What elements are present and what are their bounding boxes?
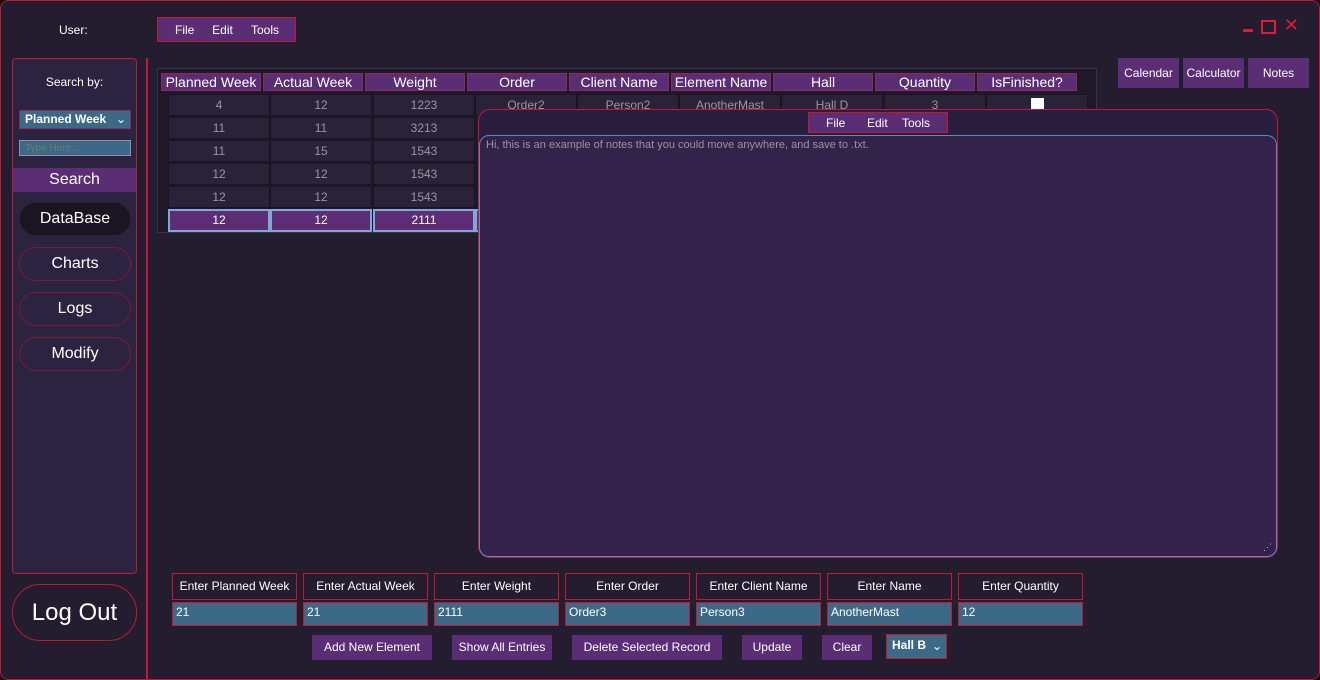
menu-tools[interactable]: Tools — [251, 23, 295, 37]
nav-charts[interactable]: Charts — [19, 247, 131, 281]
actual-week-field[interactable]: 21 — [303, 602, 428, 626]
order-field[interactable]: Order3 — [565, 602, 690, 626]
col-header-is-finished[interactable]: IsFinished? — [977, 73, 1077, 91]
notes-textarea[interactable]: Hi, this is an example of notes that you… — [479, 135, 1277, 557]
table-cell[interactable]: 11 — [168, 140, 270, 162]
chevron-down-icon: ⌄ — [115, 112, 126, 126]
app-window: User: File Edit Tools ✕ Search by: Plann… — [0, 0, 1320, 680]
table-cell[interactable]: 12 — [270, 186, 372, 208]
table-cell[interactable]: 12 — [168, 163, 270, 185]
window-controls: ✕ — [1242, 16, 1299, 34]
menu-file[interactable]: File — [175, 23, 212, 37]
close-icon[interactable]: ✕ — [1284, 16, 1299, 34]
maximize-icon[interactable] — [1260, 20, 1276, 34]
search-field-select[interactable]: Planned Week ⌄ — [19, 110, 131, 129]
search-input[interactable] — [19, 140, 131, 156]
notes-menubar: File Edit Tools — [808, 112, 948, 133]
col-header-element-name[interactable]: Element Name — [671, 73, 771, 91]
hall-select-value: Hall B — [892, 638, 927, 652]
col-header-weight[interactable]: Weight — [365, 73, 465, 91]
col-header-order[interactable]: Order — [467, 73, 567, 91]
resize-grip-icon[interactable]: ⋰ — [1263, 542, 1272, 553]
planned-week-field[interactable]: 21 — [172, 602, 297, 626]
table-cell-selected[interactable]: 2111 — [373, 209, 475, 232]
nav-logs[interactable]: Logs — [19, 292, 131, 326]
logout-button[interactable]: Log Out — [12, 584, 137, 641]
notes-menu-edit[interactable]: Edit — [867, 116, 902, 130]
calendar-button[interactable]: Calendar — [1118, 58, 1179, 88]
label-order: Enter Order — [565, 573, 690, 600]
col-header-hall[interactable]: Hall — [773, 73, 873, 91]
label-actual-week: Enter Actual Week — [303, 573, 428, 600]
table-cell[interactable]: 11 — [270, 117, 372, 139]
table-cell[interactable]: 11 — [168, 117, 270, 139]
table-cell[interactable]: 1543 — [373, 163, 475, 185]
label-client-name: Enter Client Name — [696, 573, 821, 600]
search-button[interactable]: Search — [13, 168, 136, 192]
clear-button[interactable]: Clear — [822, 635, 872, 660]
label-name: Enter Name — [827, 573, 952, 600]
weight-field[interactable]: 2111 — [434, 602, 559, 626]
menu-edit[interactable]: Edit — [212, 23, 251, 37]
table-cell[interactable]: 4 — [168, 94, 270, 116]
col-header-client-name[interactable]: Client Name — [569, 73, 669, 91]
hall-select[interactable]: Hall B ⌄ — [886, 634, 947, 659]
chevron-down-icon: ⌄ — [931, 639, 942, 653]
table-cell[interactable]: 3213 — [373, 117, 475, 139]
notes-text: Hi, this is an example of notes that you… — [486, 139, 869, 151]
table-cell[interactable]: 15 — [270, 140, 372, 162]
nav-database[interactable]: DataBase — [19, 202, 131, 236]
calculator-button[interactable]: Calculator — [1183, 58, 1244, 88]
minimize-icon[interactable] — [1242, 29, 1253, 32]
user-label: User: — [59, 23, 88, 37]
label-weight: Enter Weight — [434, 573, 559, 600]
table-cell-selected[interactable]: 12 — [270, 209, 372, 232]
table-cell[interactable]: 1223 — [373, 94, 475, 116]
table-cell[interactable]: 1543 — [373, 186, 475, 208]
table-cell[interactable]: 12 — [168, 186, 270, 208]
sidebar: Search by: Planned Week ⌄ Search DataBas… — [12, 58, 137, 574]
search-field-value: Planned Week — [25, 112, 107, 126]
table-cell[interactable]: 12 — [270, 163, 372, 185]
update-button[interactable]: Update — [742, 635, 802, 660]
vertical-divider — [146, 58, 148, 679]
client-name-field[interactable]: Person3 — [696, 602, 821, 626]
col-header-planned-week[interactable]: Planned Week — [161, 73, 261, 91]
table-cell[interactable]: 12 — [270, 94, 372, 116]
label-planned-week: Enter Planned Week — [172, 573, 297, 600]
notes-menu-file[interactable]: File — [826, 116, 867, 130]
table-cell-selected[interactable]: 12 — [168, 209, 270, 232]
search-by-label: Search by: — [45, 75, 104, 89]
notes-button[interactable]: Notes — [1248, 58, 1309, 88]
col-header-actual-week[interactable]: Actual Week — [263, 73, 363, 91]
col-header-quantity[interactable]: Quantity — [875, 73, 975, 91]
quantity-field[interactable]: 12 — [958, 602, 1083, 626]
notes-menu-tools[interactable]: Tools — [902, 116, 946, 130]
name-field[interactable]: AnotherMast — [827, 602, 952, 626]
delete-selected-record-button[interactable]: Delete Selected Record — [572, 635, 722, 660]
show-all-entries-button[interactable]: Show All Entries — [452, 635, 552, 660]
nav-modify[interactable]: Modify — [19, 337, 131, 371]
main-menubar: File Edit Tools — [157, 17, 296, 42]
add-new-element-button[interactable]: Add New Element — [312, 635, 432, 660]
table-cell[interactable]: 1543 — [373, 140, 475, 162]
label-quantity: Enter Quantity — [958, 573, 1083, 600]
